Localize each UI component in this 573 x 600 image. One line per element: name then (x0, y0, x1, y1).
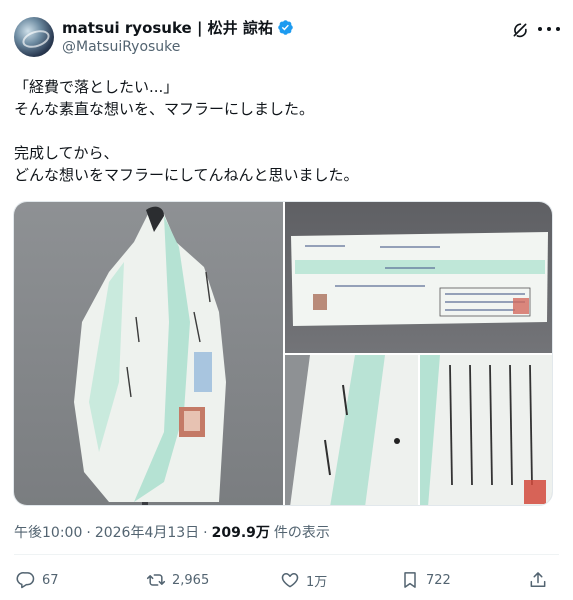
tweet-meta: 午後10:00 · 2026年4月13日 · 209.9万 件の表示 (14, 522, 330, 542)
bookmark-count: 722 (426, 572, 451, 588)
verified-badge-icon (278, 19, 293, 35)
meta-separator: · (203, 525, 208, 541)
reply-button[interactable]: 67 (16, 568, 59, 592)
tweet-date[interactable]: 2026年4月13日 (95, 522, 199, 542)
photo-scarf-mannequin[interactable] (14, 202, 283, 505)
share-icon (530, 572, 546, 587)
more-icon[interactable] (538, 19, 560, 39)
tweet-line: そんな素直な想いを、マフラーにしました。 (14, 100, 315, 118)
avatar[interactable] (14, 17, 54, 57)
repost-count: 2,965 (172, 572, 210, 588)
like-icon (281, 573, 299, 588)
media-grid (13, 201, 553, 506)
bookmark-icon (404, 572, 416, 588)
reply-icon (16, 572, 35, 589)
repost-icon (146, 574, 166, 586)
display-name[interactable]: matsui ryosuke | 松井 諒祐 (62, 17, 273, 38)
like-button[interactable]: 1万 (280, 568, 327, 592)
tweet-time[interactable]: 午後10:00 (14, 522, 82, 542)
photo-scarf-closeup-stamp[interactable] (420, 355, 552, 505)
author-name-row[interactable]: matsui ryosuke | 松井 諒祐 (62, 17, 294, 37)
tweet-line: どんな想いをマフラーにしてんねんと思いました。 (14, 166, 359, 184)
grok-icon[interactable] (511, 21, 529, 39)
repost-button[interactable]: 2,965 (146, 568, 209, 592)
views-count: 209.9万 (211, 525, 270, 541)
bookmark-button[interactable]: 722 (400, 568, 451, 592)
views-label: 件の表示 (273, 525, 330, 541)
reply-count: 67 (42, 572, 59, 588)
like-count: 1万 (306, 574, 328, 590)
photo-scarf-closeup-receipt[interactable] (285, 355, 418, 505)
tweet-line: 完成してから、 (14, 144, 119, 162)
tweet: matsui ryosuke | 松井 諒祐 @MatsuiRyosuke 「経… (0, 0, 573, 600)
meta-separator: · (86, 525, 91, 541)
divider (14, 554, 559, 555)
share-button[interactable] (528, 568, 548, 592)
photo-scarf-flat[interactable] (285, 202, 552, 353)
tweet-text: 「経費で落としたい...」 そんな素直な想いを、マフラーにしました。 完成してか… (14, 76, 559, 186)
tweet-line: 「経費で落としたい...」 (14, 78, 179, 96)
author-handle[interactable]: @MatsuiRyosuke (62, 39, 180, 55)
action-bar: 67 2,965 1万 722 (14, 568, 559, 592)
